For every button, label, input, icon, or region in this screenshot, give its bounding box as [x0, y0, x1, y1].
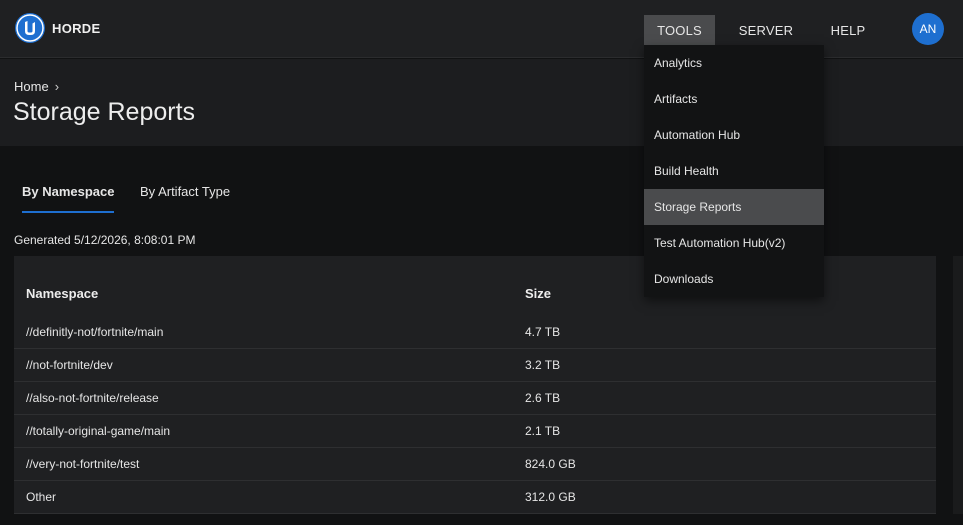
breadcrumb: Home ›	[14, 79, 59, 94]
menu-item-automation-hub[interactable]: Automation Hub	[644, 117, 824, 153]
size-cell: 3.2 TB	[525, 358, 561, 372]
menu-item-test-automation-hub-v2[interactable]: Test Automation Hub(v2)	[644, 225, 824, 261]
nav-help[interactable]: HELP	[819, 15, 877, 45]
page-title: Storage Reports	[13, 98, 196, 126]
menu-item-storage-reports[interactable]: Storage Reports	[644, 189, 824, 225]
table-row[interactable]: Other 312.0 GB	[14, 481, 936, 514]
app-brand[interactable]: HORDE	[52, 21, 100, 36]
namespace-cell: //definitly-not/fortnite/main	[26, 325, 164, 339]
column-header-namespace[interactable]: Namespace	[26, 286, 98, 301]
tools-dropdown-menu: Analytics Artifacts Automation Hub Build…	[644, 45, 824, 297]
nav-tools[interactable]: TOOLS	[644, 15, 715, 45]
size-cell: 824.0 GB	[525, 457, 576, 471]
size-cell: 4.7 TB	[525, 325, 561, 339]
size-cell: 2.6 TB	[525, 391, 561, 405]
unreal-engine-logo-icon[interactable]	[15, 13, 45, 43]
menu-item-downloads[interactable]: Downloads	[644, 261, 824, 297]
page-scroll-edge	[953, 256, 963, 514]
namespace-cell: //also-not-fortnite/release	[26, 391, 159, 405]
nav-server[interactable]: SERVER	[731, 15, 801, 45]
user-avatar[interactable]: AN	[912, 13, 944, 45]
generated-timestamp: Generated 5/12/2026, 8:08:01 PM	[14, 233, 196, 247]
namespace-cell: Other	[26, 490, 57, 504]
breadcrumb-separator: ›	[54, 79, 60, 94]
breadcrumb-home[interactable]: Home	[14, 79, 49, 94]
column-header-size[interactable]: Size	[525, 286, 551, 301]
menu-item-analytics[interactable]: Analytics	[644, 45, 824, 81]
size-cell: 312.0 GB	[525, 490, 576, 504]
menu-item-build-health[interactable]: Build Health	[644, 153, 824, 189]
namespace-cell: //very-not-fortnite/test	[26, 457, 140, 471]
table-row[interactable]: //also-not-fortnite/release 2.6 TB	[14, 382, 936, 415]
menu-item-artifacts[interactable]: Artifacts	[644, 81, 824, 117]
table-row[interactable]: //not-fortnite/dev 3.2 TB	[14, 349, 936, 382]
active-tab-indicator	[22, 211, 114, 213]
size-cell: 2.1 TB	[525, 424, 561, 438]
namespace-cell: //totally-original-game/main	[26, 424, 171, 438]
table-row[interactable]: //definitly-not/fortnite/main 4.7 TB	[14, 316, 936, 349]
table-row[interactable]: //very-not-fortnite/test 824.0 GB	[14, 448, 936, 481]
tab-by-namespace[interactable]: By Namespace	[22, 184, 115, 199]
namespace-cell: //not-fortnite/dev	[26, 358, 113, 372]
tab-by-artifact-type[interactable]: By Artifact Type	[140, 184, 230, 199]
table-row[interactable]: //totally-original-game/main 2.1 TB	[14, 415, 936, 448]
